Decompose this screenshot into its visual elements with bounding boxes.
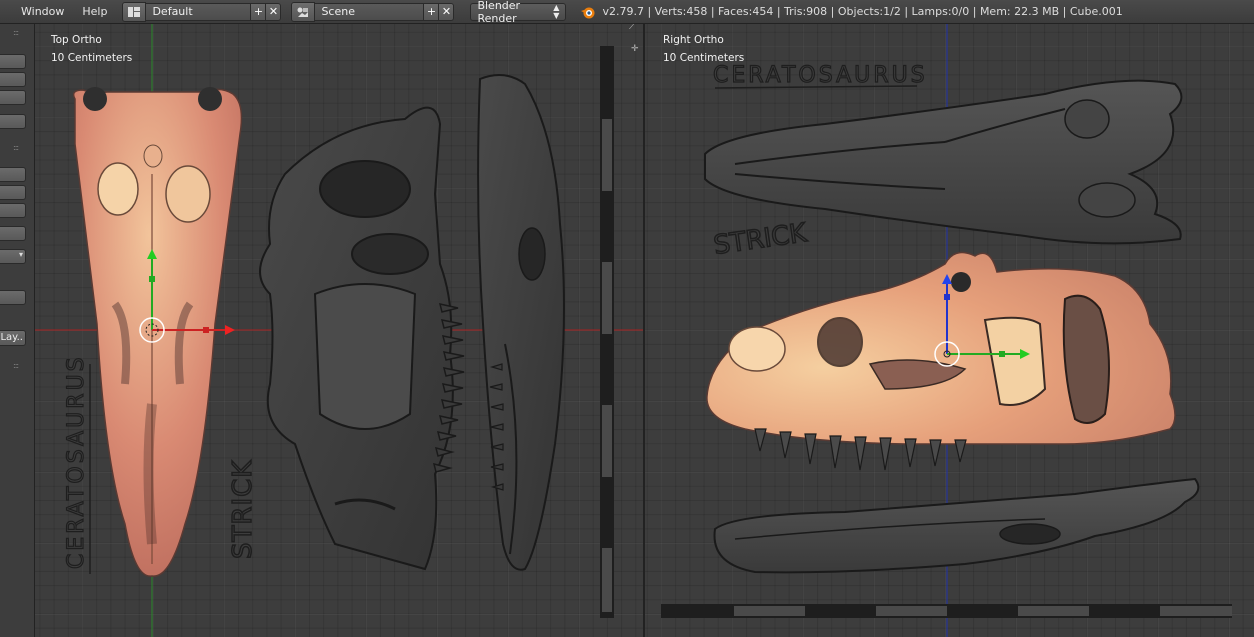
close-icon[interactable]: ✕ [266,2,282,21]
tool-shelf: ::: ::: ▾ Lay.. ::: [0,24,35,637]
info-header: Window Help Default + ✕ Scene + ✕ Blende… [0,0,1254,25]
screen-layout-icon[interactable] [122,1,147,22]
add-icon[interactable]: + [251,2,267,21]
skull-lateral-drawing [477,74,565,571]
skull-lateral-mesh[interactable] [706,251,1176,471]
scene-icon[interactable] [291,1,316,22]
menu-window[interactable]: Window [12,0,73,24]
lower-jaw-drawing [713,477,1200,574]
skull-front-drawing [259,106,465,571]
tool-button[interactable] [0,290,26,305]
sketch-author-right: STRICK [712,218,810,261]
add-icon[interactable]: + [424,2,440,21]
menu-help[interactable]: Help [73,0,116,24]
scale-bar-vertical [600,46,614,618]
layers-button[interactable]: Lay.. [0,330,26,346]
scene-selector: Scene + ✕ [291,1,455,22]
tool-button[interactable] [0,203,26,218]
dropdown-arrows-icon: ▲ ▼ [553,2,560,20]
tool-button[interactable] [0,90,26,105]
screen-layout-selector: Default + ✕ [122,1,282,22]
screen-layout-field[interactable]: Default [146,2,252,21]
tool-button[interactable] [0,114,26,129]
area-split-icon[interactable]: ⟋ [629,24,635,32]
skull-dorsal-drawing [704,79,1183,245]
render-engine-dropdown[interactable]: Blender Render ▲ ▼ [470,0,567,25]
scene-field[interactable]: Scene [315,2,425,21]
tool-button[interactable] [0,167,26,182]
viewport-top-ortho[interactable]: Top Ortho 10 Centimeters CERATOSAURUS ST… [35,24,643,637]
top-ortho-canvas: CERATOSAURUS STRICK [35,24,643,637]
sketch-title-right: CERATOSAURUS [713,63,928,88]
sketch-title-left: CERATOSAURUS [64,354,89,569]
blender-logo-icon [581,7,595,18]
scene-statistics: v2.79.7 | Verts:458 | Faces:454 | Tris:9… [602,5,1123,18]
viewport-right-ortho[interactable]: Right Ortho 10 Centimeters CERATOSAURUS … [645,24,1254,637]
close-icon[interactable]: ✕ [439,2,455,21]
panel-grip-icon[interactable]: ::: [13,361,19,370]
tool-button[interactable] [0,226,26,241]
render-engine-label: Blender Render [477,0,521,25]
right-ortho-canvas: CERATOSAURUS STRICK [661,24,1232,637]
mode-dropdown[interactable]: ▾ [0,249,26,264]
area-split-icon[interactable]: ✛ [631,44,639,54]
tool-button[interactable] [0,54,26,69]
panel-grip-icon[interactable]: ::: [13,28,19,37]
panel-grip-icon[interactable]: ::: [13,143,19,152]
sketch-author-left: STRICK [228,460,258,559]
tool-button[interactable] [0,185,26,200]
tool-button[interactable] [0,72,26,87]
scale-bar-horizontal [661,604,1232,618]
